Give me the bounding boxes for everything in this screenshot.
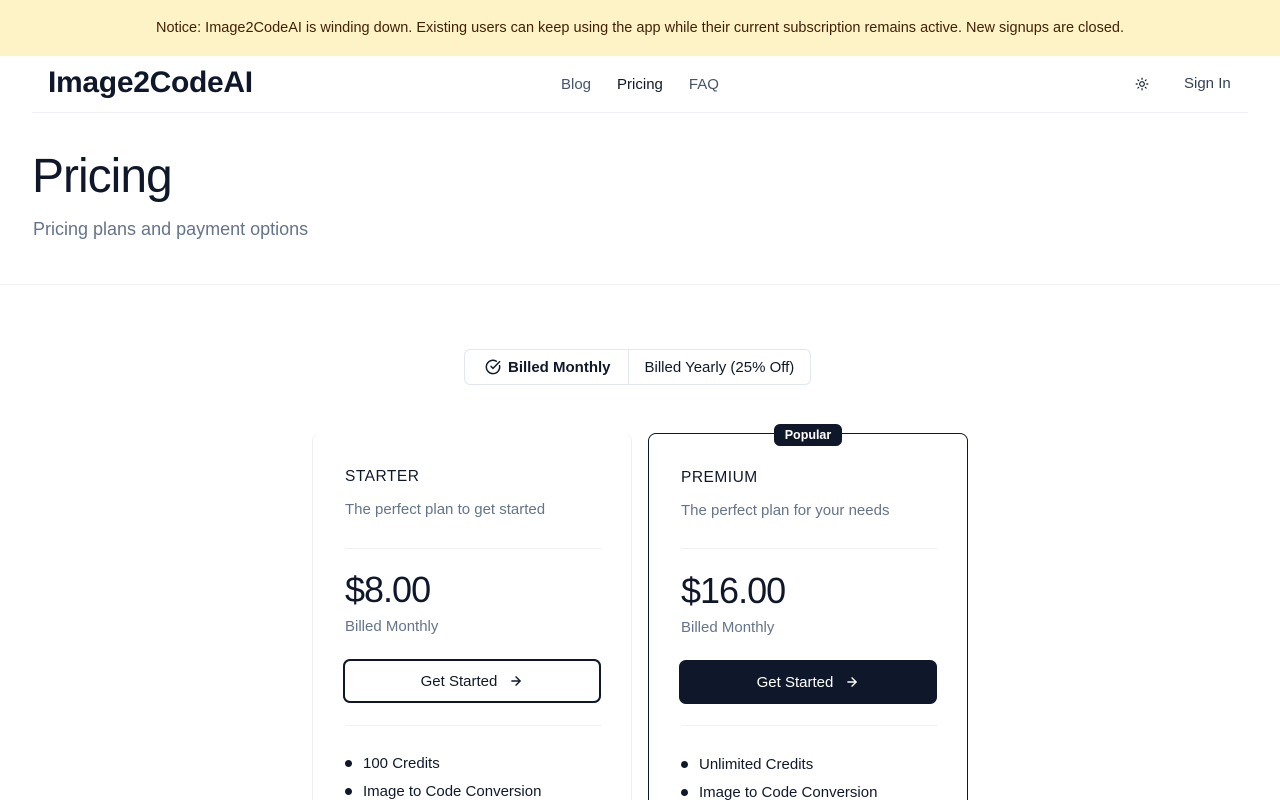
feature-label: 100 Credits — [363, 754, 440, 772]
plan-billing-note: Billed Monthly — [681, 619, 775, 636]
feature-item: 100 Credits — [345, 749, 541, 777]
feature-list: 100 Credits Image to Code Conversion — [345, 749, 541, 800]
nav-links: Blog Pricing FAQ — [561, 76, 719, 93]
arrow-right-icon — [511, 676, 522, 686]
feature-label: Image to Code Conversion — [363, 782, 542, 800]
feature-item: Unlimited Credits — [681, 750, 877, 778]
plan-card-premium: Popular PREMIUM The perfect plan for you… — [648, 424, 968, 800]
sign-in-button[interactable]: Sign In — [1184, 75, 1231, 92]
page-header: Pricing Pricing plans and payment option… — [0, 113, 1280, 285]
arrow-right-icon — [847, 677, 858, 687]
check-circle-icon — [485, 359, 501, 375]
plan-name: PREMIUM — [681, 469, 758, 486]
plan-description: The perfect plan for your needs — [681, 502, 890, 519]
feature-item: Image to Code Conversion — [345, 777, 541, 800]
nav-link-faq[interactable]: FAQ — [689, 76, 719, 93]
nav-link-blog[interactable]: Blog — [561, 76, 591, 93]
plan-price: $8.00 — [345, 569, 431, 610]
billing-period-toggle: Billed Monthly Billed Yearly (25% Off) — [464, 349, 812, 385]
billing-monthly-option[interactable]: Billed Monthly — [465, 350, 629, 384]
cta-label: Get Started — [420, 672, 498, 690]
plan-divider — [681, 725, 937, 726]
feature-item: Image to Code Conversion — [681, 778, 877, 800]
sun-icon — [1135, 77, 1149, 91]
feature-label: Unlimited Credits — [699, 755, 814, 773]
plan-divider — [681, 548, 937, 549]
billing-yearly-option[interactable]: Billed Yearly (25% Off) — [629, 350, 811, 384]
plan-divider — [345, 725, 601, 726]
nav-link-pricing[interactable]: Pricing — [617, 76, 663, 93]
theme-toggle-button[interactable] — [1132, 74, 1152, 94]
plan-card-starter: STARTER The perfect plan to get started … — [312, 433, 632, 800]
page-subtitle: Pricing plans and payment options — [33, 219, 309, 239]
bullet-icon — [681, 760, 688, 768]
top-navbar: Image2CodeAI Blog Pricing FAQ Sign In — [32, 56, 1248, 113]
page-title: Pricing — [32, 150, 173, 203]
get-started-button-premium[interactable]: Get Started — [679, 660, 937, 704]
bullet-icon — [345, 787, 352, 795]
popular-badge: Popular — [774, 424, 842, 446]
bullet-icon — [681, 788, 688, 796]
plan-billing-note: Billed Monthly — [345, 618, 439, 635]
feature-list: Unlimited Credits Image to Code Conversi… — [681, 750, 877, 800]
get-started-button-starter[interactable]: Get Started — [343, 659, 601, 703]
notice-text: Notice: Image2CodeAI is winding down. Ex… — [156, 20, 1124, 36]
plan-divider — [345, 548, 601, 549]
plan-name: STARTER — [345, 468, 420, 485]
cta-label: Get Started — [756, 673, 834, 691]
feature-label: Image to Code Conversion — [699, 783, 878, 800]
brand-logo[interactable]: Image2CodeAI — [48, 66, 253, 100]
billing-monthly-label: Billed Monthly — [508, 358, 611, 376]
plan-description: The perfect plan to get started — [345, 501, 546, 518]
bullet-icon — [345, 759, 352, 767]
billing-yearly-label: Billed Yearly (25% Off) — [644, 358, 795, 376]
plan-price: $16.00 — [681, 570, 786, 611]
notice-banner: Notice: Image2CodeAI is winding down. Ex… — [0, 0, 1280, 56]
